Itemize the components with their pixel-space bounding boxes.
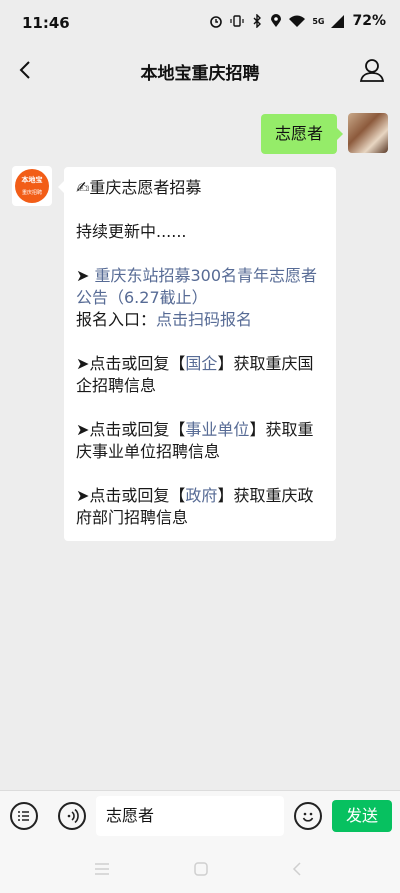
bluetooth-icon [253, 14, 262, 28]
link-scan-register[interactable]: 点击扫码报名 [156, 310, 252, 329]
link-state-enterprise[interactable]: 国企 [185, 354, 217, 373]
system-back-icon[interactable] [290, 861, 304, 877]
recent-apps-icon[interactable] [93, 861, 111, 877]
status-time: 11:46 [22, 14, 70, 32]
network-type: 5G [312, 16, 325, 26]
item-prefix: 点击或回复【 [89, 486, 186, 505]
item-prefix: 点击或回复【 [89, 354, 186, 373]
message-input[interactable] [96, 796, 284, 836]
voice-icon[interactable] [58, 802, 86, 830]
battery-level: 72% [352, 13, 386, 29]
menu-list-icon[interactable] [10, 802, 38, 830]
message-item-2: ➤点击或回复【国企】获取重庆国企招聘信息 [76, 353, 322, 397]
link-government[interactable]: 政府 [185, 486, 217, 505]
item-prefix: 点击或回复【 [89, 420, 186, 439]
message-item-3: ➤点击或回复【事业单位】获取重庆事业单位招聘信息 [76, 419, 322, 463]
location-icon [271, 14, 282, 27]
signal-icon [331, 14, 345, 28]
bot-logo: 本地宝 重庆招聘 [15, 169, 49, 203]
system-nav-bar [0, 845, 400, 893]
message-item-4: ➤点击或回复【政府】获取重庆政府部门招聘信息 [76, 485, 322, 529]
bot-logo-text: 本地宝 [21, 176, 43, 184]
link-public-institution[interactable]: 事业单位 [185, 420, 249, 439]
wifi-icon [289, 15, 306, 27]
vibrate-icon [230, 15, 244, 27]
send-button[interactable]: 发送 [332, 800, 392, 832]
emoji-icon[interactable] [294, 802, 322, 830]
entry-label: 报名入口： [76, 310, 157, 329]
home-icon[interactable] [194, 861, 208, 877]
status-icons: 5G 72% [209, 13, 386, 29]
bot-logo-subtext: 重庆招聘 [21, 190, 42, 196]
arrow-icon: ➤ [76, 486, 90, 505]
bot-avatar[interactable]: 本地宝 重庆招聘 [12, 166, 52, 206]
arrow-icon: ➤ [76, 266, 90, 285]
input-bar: 发送 [0, 790, 400, 845]
link-recruitment-notice[interactable]: 重庆东站招募300名青年志愿者公告（6.27截止） [76, 266, 317, 307]
arrow-icon: ➤ [76, 354, 90, 373]
message-updating: 持续更新中...... [76, 222, 187, 241]
message-title: ✍重庆志愿者招募 [76, 178, 202, 197]
user-avatar[interactable] [348, 113, 388, 153]
arrow-icon: ➤ [76, 420, 90, 439]
alarm-icon [210, 16, 223, 28]
message-item-1: ➤ 重庆东站招募300名青年志愿者公告（6.27截止） 报名入口：点击扫码报名 [76, 265, 322, 331]
outgoing-message[interactable]: 志愿者 [260, 114, 344, 154]
incoming-message: ✍重庆志愿者招募 持续更新中...... ➤ 重庆东站招募300名青年志愿者公告… [58, 167, 336, 541]
status-bar: 11:46 5G 72% [0, 0, 400, 46]
chat-header: 本地宝重庆招聘 [0, 46, 400, 94]
page-title: 本地宝重庆招聘 [140, 64, 260, 84]
profile-icon[interactable] [358, 56, 386, 84]
